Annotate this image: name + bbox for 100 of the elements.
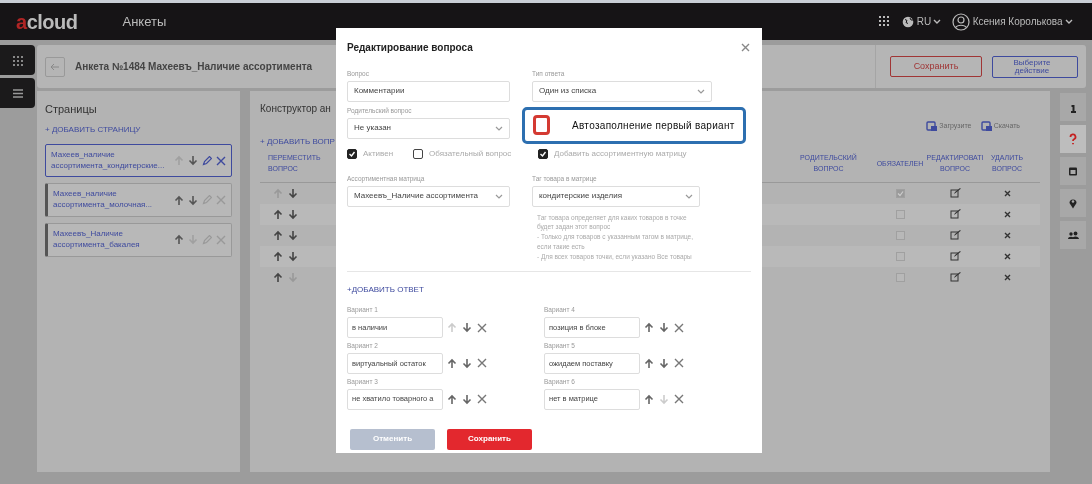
checkbox[interactable] [413, 148, 424, 159]
cross-icon [1003, 189, 1011, 197]
menu-button[interactable] [0, 78, 35, 108]
move-down-button[interactable] [658, 357, 670, 369]
edit-button[interactable] [948, 230, 962, 241]
cross-icon [1003, 273, 1011, 281]
side-tool-button[interactable] [1060, 125, 1086, 153]
edit-button[interactable] [948, 209, 962, 220]
delete-button[interactable] [476, 322, 488, 333]
cross-icon [1003, 252, 1011, 260]
move-up-button[interactable] [446, 393, 458, 405]
move-down-button[interactable] [461, 357, 473, 369]
arrow-down-icon [188, 155, 198, 167]
text-field[interactable]: Комментарии [347, 80, 510, 102]
checkbox[interactable] [895, 188, 905, 198]
arrow-down-icon [659, 393, 669, 405]
side-tool-button[interactable] [1060, 93, 1086, 121]
dialog-title: Редактирование вопроса [347, 41, 473, 55]
move-down-button[interactable] [287, 208, 299, 220]
delete-button[interactable] [1002, 231, 1012, 239]
edit-button[interactable] [201, 155, 213, 166]
edit-button[interactable] [948, 272, 962, 283]
cross-icon [216, 155, 226, 166]
delete-button[interactable] [1002, 210, 1012, 218]
side-tool-button[interactable] [1060, 157, 1086, 185]
page-title: Анкета №1484 Махеевъ_Наличие ассортимента [75, 60, 313, 74]
close-button[interactable] [740, 43, 751, 52]
checkbox[interactable] [895, 209, 905, 219]
arrow-up-icon [174, 234, 184, 246]
move-up-button[interactable] [272, 271, 284, 283]
add-page-link[interactable]: + ДОБАВИТЬ СТРАНИЦУ [45, 123, 232, 136]
page-item[interactable]: Махеев_наличие ассортимента_молочная... [45, 183, 232, 217]
pencil-icon [202, 155, 212, 166]
move-down-button[interactable] [461, 322, 473, 333]
delete-button[interactable] [215, 155, 227, 166]
cross-icon [674, 358, 684, 369]
checkbox[interactable] [895, 251, 905, 261]
select-field[interactable]: Не указан [347, 117, 510, 139]
delete-button[interactable] [1002, 252, 1012, 260]
checkbox[interactable] [895, 272, 905, 282]
cross-icon [477, 322, 487, 333]
logo: acloud [16, 9, 78, 35]
language-button[interactable]: RU [901, 14, 943, 29]
delete-button[interactable] [1002, 189, 1012, 197]
move-up-button[interactable] [643, 393, 655, 405]
move-down-button[interactable] [287, 187, 299, 199]
move-up-button[interactable] [272, 208, 284, 220]
side-tool-button[interactable] [1060, 221, 1086, 249]
move-down-button[interactable] [187, 155, 199, 167]
grid-icon [12, 54, 23, 66]
chevron-down-icon [1064, 19, 1073, 24]
cross-icon [216, 234, 226, 245]
cross-icon [741, 43, 750, 52]
move-up-button[interactable] [272, 229, 284, 241]
checkbox[interactable] [533, 115, 550, 136]
arrow-up-icon [273, 208, 283, 220]
side-tool-button[interactable] [1060, 189, 1086, 217]
arrow-down-icon [288, 208, 298, 220]
panel-title: Конструктор ан [260, 102, 331, 116]
select-field[interactable]: кондитерские изделия [532, 185, 700, 207]
move-down-button[interactable] [461, 393, 473, 405]
move-down-button[interactable] [287, 250, 299, 262]
delete-button[interactable] [673, 358, 685, 369]
calendar-icon [1067, 165, 1079, 177]
edit-button[interactable] [948, 188, 962, 199]
user-menu-button[interactable]: Ксения Королькова [951, 12, 1074, 31]
arrow-down-icon [188, 234, 198, 246]
select-field[interactable]: Махеевъ_Наличие ассортимента [347, 185, 510, 207]
delete-button[interactable] [476, 358, 488, 369]
edit-button[interactable] [948, 251, 962, 262]
chevron-down-icon [495, 193, 503, 199]
chevron-down-icon [495, 125, 503, 131]
move-down-button[interactable] [187, 194, 199, 206]
arrow-down-icon [288, 271, 298, 283]
delete-button[interactable] [476, 394, 488, 404]
delete-button[interactable] [673, 322, 685, 333]
move-up-button[interactable] [173, 194, 185, 206]
move-up-button[interactable] [272, 250, 284, 262]
file-icon [926, 120, 938, 131]
cross-icon [1003, 231, 1011, 239]
delete-button[interactable] [673, 394, 685, 404]
apps-button[interactable] [0, 45, 35, 75]
move-up-button[interactable] [643, 322, 655, 333]
arrow-up-icon [273, 187, 283, 199]
move-up-button[interactable] [643, 357, 655, 369]
save-button[interactable]: Сохранить [890, 56, 982, 77]
select-field[interactable]: Один из списка [532, 80, 712, 102]
page-item[interactable]: Махеевъ_Наличие ассортимента_бакалея [45, 222, 232, 257]
delete-button[interactable] [1002, 273, 1012, 281]
action-dropdown-button[interactable]: Выберите действие [992, 55, 1078, 78]
page-item[interactable]: Махеев_наличие ассортимента_кондитерские... [45, 143, 232, 178]
checkbox[interactable] [347, 148, 357, 159]
checkbox[interactable] [895, 230, 905, 240]
save-button[interactable]: Сохранить [447, 428, 532, 450]
move-up-button[interactable] [173, 234, 185, 246]
move-up-button[interactable] [446, 357, 458, 369]
move-down-button[interactable] [287, 229, 299, 241]
add-answer-link[interactable]: +ДОБАВИТЬ ОТВЕТ [347, 284, 424, 297]
checkbox[interactable] [538, 148, 548, 159]
move-down-button[interactable] [658, 322, 670, 333]
